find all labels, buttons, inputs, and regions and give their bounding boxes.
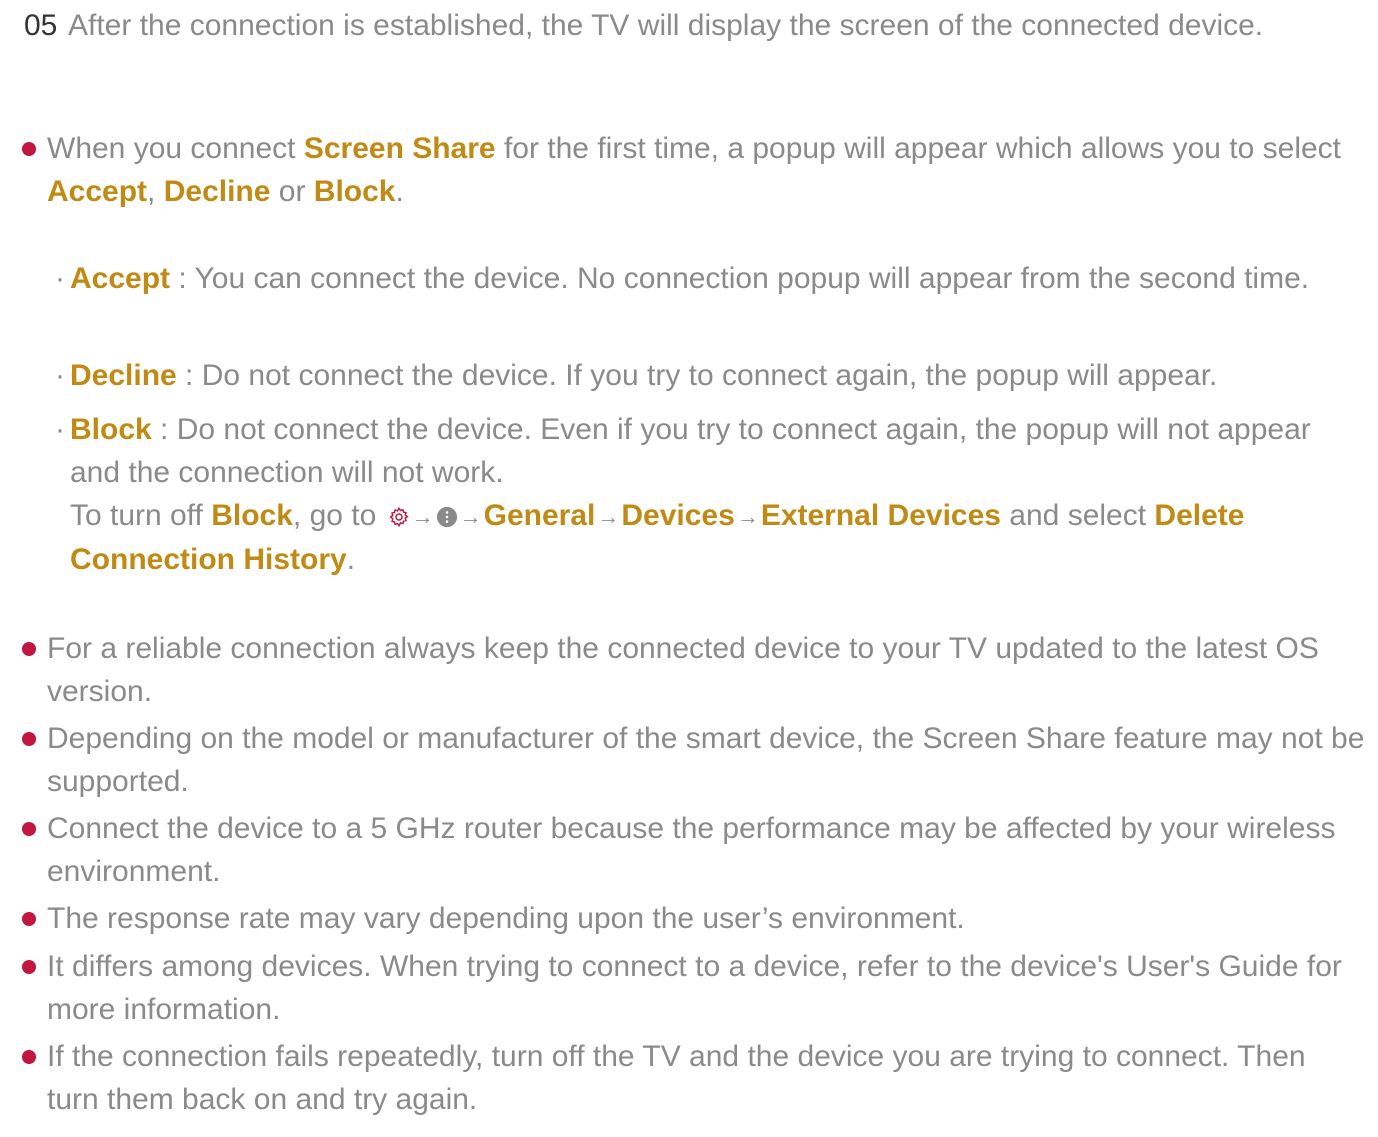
bullet-dot bbox=[22, 642, 36, 656]
note-reliable-connection: For a reliable connection always keep th… bbox=[20, 627, 1365, 713]
term-screen-share: Screen Share bbox=[303, 132, 496, 165]
bullet-dot bbox=[22, 1050, 36, 1064]
text-segment: To turn off bbox=[70, 499, 212, 532]
note-text: Depending on the model or manufacturer o… bbox=[47, 722, 1365, 798]
arrow-right-icon: → bbox=[597, 504, 620, 529]
sub-description: : Do not connect the device. Even if you… bbox=[70, 413, 1311, 489]
sub-item-accept: · Accept : You can connect the device. N… bbox=[45, 257, 1365, 300]
note-response-rate: The response rate may vary depending upo… bbox=[20, 897, 1365, 940]
sub-text: Decline : Do not connect the device. If … bbox=[70, 354, 1365, 397]
term-block: Block bbox=[211, 499, 293, 532]
note-text: The response rate may vary depending upo… bbox=[47, 902, 965, 935]
text-segment: or bbox=[270, 175, 314, 208]
sub-description: : Do not connect the device. If you try … bbox=[176, 359, 1218, 392]
text-segment: for the first time, a popup will appear … bbox=[495, 132, 1342, 165]
arrow-right-icon: → bbox=[736, 504, 759, 529]
sub-item-block: · Block : Do not connect the device. Eve… bbox=[45, 408, 1365, 581]
note-model-support: Depending on the model or manufacturer o… bbox=[20, 717, 1365, 803]
note-5ghz-router: Connect the device to a 5 GHz router bec… bbox=[20, 807, 1365, 893]
text-segment: , bbox=[147, 175, 164, 208]
bullet-text: When you connect Screen Share for the fi… bbox=[47, 127, 1365, 213]
bullet-dot bbox=[22, 142, 36, 156]
menu-general: General bbox=[483, 499, 596, 532]
arrow-right-icon: → bbox=[459, 504, 482, 529]
sub-marker: · bbox=[55, 262, 65, 295]
bullet-dot bbox=[22, 822, 36, 836]
more-menu-icon bbox=[436, 497, 458, 528]
term-block: Block bbox=[313, 175, 396, 208]
text-segment: . bbox=[395, 175, 404, 208]
note-text: For a reliable connection always keep th… bbox=[47, 632, 1319, 708]
block-path-instruction: To turn off Block, go to → →General→Devic… bbox=[70, 494, 1365, 581]
sub-text: Accept : You can connect the device. No … bbox=[70, 257, 1365, 300]
sub-marker: · bbox=[55, 359, 65, 392]
step-text: After the connection is established, the… bbox=[68, 9, 1264, 42]
step-05: 05 After the connection is established, … bbox=[24, 4, 1364, 47]
sub-marker: · bbox=[55, 413, 65, 446]
text-segment: . bbox=[346, 543, 356, 576]
term-block: Block bbox=[70, 413, 152, 446]
step-number: 05 bbox=[24, 9, 58, 42]
sub-description: : You can connect the device. No connect… bbox=[170, 262, 1310, 295]
note-connection-fails: If the connection fails repeatedly, turn… bbox=[20, 1035, 1365, 1121]
term-decline: Decline bbox=[163, 175, 271, 208]
bullet-dot bbox=[22, 912, 36, 926]
term-accept: Accept bbox=[70, 262, 171, 295]
term-accept: Accept bbox=[47, 175, 148, 208]
menu-external-devices: External Devices bbox=[760, 499, 1001, 532]
settings-gear-icon bbox=[388, 497, 410, 528]
sub-item-decline: · Decline : Do not connect the device. I… bbox=[45, 354, 1365, 397]
sub-text: Block : Do not connect the device. Even … bbox=[70, 408, 1365, 581]
text-segment: and select bbox=[1000, 499, 1155, 532]
note-text: It differs among devices. When trying to… bbox=[47, 950, 1342, 1026]
text-segment: When you connect bbox=[47, 132, 304, 165]
arrow-right-icon: → bbox=[411, 504, 434, 529]
note-text: If the connection fails repeatedly, turn… bbox=[47, 1040, 1306, 1116]
term-decline: Decline bbox=[70, 359, 177, 392]
bullet-screen-share: When you connect Screen Share for the fi… bbox=[20, 127, 1365, 213]
text-segment: , go to bbox=[292, 499, 385, 532]
bullet-dot bbox=[22, 732, 36, 746]
bullet-dot bbox=[22, 960, 36, 974]
menu-devices: Devices bbox=[621, 499, 735, 532]
note-device-differences: It differs among devices. When trying to… bbox=[20, 945, 1365, 1031]
note-text: Connect the device to a 5 GHz router bec… bbox=[47, 812, 1336, 888]
page: { "step": { "number": "05", "text": "Aft… bbox=[0, 0, 1378, 1137]
